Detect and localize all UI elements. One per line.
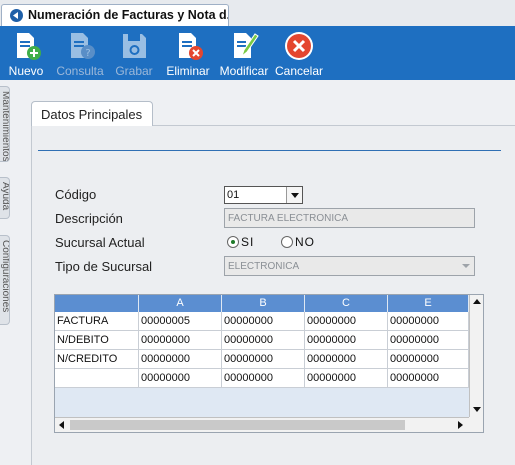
title-bar: Numeración de Facturas y Nota d... xyxy=(0,0,515,26)
document-delete-icon xyxy=(179,33,203,60)
modificar-button[interactable]: Modificar xyxy=(218,26,270,80)
scroll-right-icon[interactable] xyxy=(458,421,463,429)
window-title: Numeración de Facturas y Nota d... xyxy=(28,8,229,22)
header-separator xyxy=(38,150,501,151)
grid-cell[interactable]: 00000000 xyxy=(222,312,305,331)
grid-cell[interactable]: 00000000 xyxy=(222,369,305,388)
tipo-sucursal-select[interactable]: ELECTRONICA xyxy=(224,256,475,276)
descripcion-value: FACTURA ELECTRONICA xyxy=(228,213,349,224)
codigo-label: Código xyxy=(55,187,97,202)
table-row-label[interactable]: N/DEBITO xyxy=(55,331,139,350)
side-tab-configuraciones-label: Configuraciones xyxy=(0,240,10,313)
cancel-x-icon xyxy=(285,32,313,60)
side-tab-ayuda-label: Ayuda xyxy=(0,182,10,211)
scroll-corner xyxy=(469,417,483,432)
modificar-label: Modificar xyxy=(219,64,269,78)
grid-cell[interactable]: 00000000 xyxy=(139,331,222,350)
app-icon xyxy=(10,9,23,22)
eliminar-label: Eliminar xyxy=(166,64,210,78)
consulta-label: Consulta xyxy=(56,64,104,78)
grid-cell[interactable]: 00000000 xyxy=(139,369,222,388)
descripcion-field[interactable]: FACTURA ELECTRONICA xyxy=(224,208,475,228)
scroll-thumb[interactable] xyxy=(70,420,405,430)
horizontal-scrollbar[interactable] xyxy=(55,417,469,432)
tipo-sucursal-value: ELECTRONICA xyxy=(228,261,300,272)
grid-header-a[interactable]: A xyxy=(139,295,222,312)
radio-si[interactable]: SI xyxy=(227,235,267,250)
codigo-select[interactable]: 01 xyxy=(224,186,303,204)
tipo-sucursal-label: Tipo de Sucursal xyxy=(55,259,153,274)
nuevo-label: Nuevo xyxy=(8,64,44,78)
side-tab-mantenimientos[interactable]: Mantenimientos xyxy=(0,86,10,162)
scroll-up-icon[interactable] xyxy=(473,299,481,304)
toolbar: Nuevo ? Consulta Grabar Eliminar Modific… xyxy=(0,26,515,80)
radio-no-dot xyxy=(281,236,293,248)
numeracion-grid: A B C E FACTURA 00000005 00000000 000000… xyxy=(54,294,484,433)
grid-cell[interactable]: 00000000 xyxy=(222,331,305,350)
consulta-button[interactable]: ? Consulta xyxy=(56,26,104,80)
cancelar-button[interactable]: Cancelar xyxy=(274,26,324,80)
grid-header-row-label[interactable] xyxy=(55,295,139,312)
tab-datos-principales[interactable]: Datos Principales xyxy=(31,101,153,126)
grid-header-b[interactable]: B xyxy=(222,295,305,312)
grid-cell[interactable]: 00000000 xyxy=(222,350,305,369)
save-disk-icon xyxy=(123,34,146,58)
scroll-left-icon[interactable] xyxy=(59,421,64,429)
radio-no-label: NO xyxy=(295,235,315,249)
grid-header-c[interactable]: C xyxy=(305,295,388,312)
side-tab-ayuda[interactable]: Ayuda xyxy=(0,177,10,219)
cancelar-label: Cancelar xyxy=(274,64,324,78)
document-add-icon xyxy=(17,33,41,60)
table-row-label[interactable] xyxy=(55,369,139,388)
grid-cell[interactable]: 00000000 xyxy=(305,331,388,350)
grid-cell[interactable]: 00000000 xyxy=(139,350,222,369)
chevron-down-icon[interactable] xyxy=(286,187,302,203)
window-tab[interactable]: Numeración de Facturas y Nota d... xyxy=(1,4,229,26)
side-tab-configuraciones[interactable]: Configuraciones xyxy=(0,235,10,325)
grabar-button[interactable]: Grabar xyxy=(112,26,156,80)
side-tab-mantenimientos-label: Mantenimientos xyxy=(0,91,10,162)
sucursal-label: Sucursal Actual xyxy=(55,235,145,250)
grid-cell[interactable]: 00000000 xyxy=(388,312,469,331)
grid-cell[interactable]: 00000000 xyxy=(305,369,388,388)
table-row-label[interactable]: N/CREDITO xyxy=(55,350,139,369)
vertical-scrollbar[interactable] xyxy=(469,295,483,417)
grid-cell[interactable]: 00000000 xyxy=(388,369,469,388)
chevron-down-icon xyxy=(462,264,470,268)
grid-cell[interactable]: 00000005 xyxy=(139,312,222,331)
grid-cell[interactable]: 00000000 xyxy=(305,350,388,369)
grid-header-e[interactable]: E xyxy=(388,295,469,312)
radio-si-dot xyxy=(227,236,239,248)
grid-cell[interactable]: 00000000 xyxy=(388,350,469,369)
scroll-down-icon[interactable] xyxy=(473,407,481,412)
eliminar-button[interactable]: Eliminar xyxy=(166,26,210,80)
radio-no[interactable]: NO xyxy=(281,235,321,250)
svg-text:?: ? xyxy=(85,48,90,59)
grid-cell[interactable]: 00000000 xyxy=(305,312,388,331)
table-row-label[interactable]: FACTURA xyxy=(55,312,139,331)
document-edit-icon xyxy=(234,33,259,58)
descripcion-label: Descripción xyxy=(55,211,123,226)
grid-cell[interactable]: 00000000 xyxy=(388,331,469,350)
document-query-icon: ? xyxy=(71,33,95,59)
radio-si-label: SI xyxy=(241,235,255,249)
grabar-label: Grabar xyxy=(115,64,153,78)
nuevo-button[interactable]: Nuevo xyxy=(4,26,48,80)
codigo-value: 01 xyxy=(227,189,240,201)
